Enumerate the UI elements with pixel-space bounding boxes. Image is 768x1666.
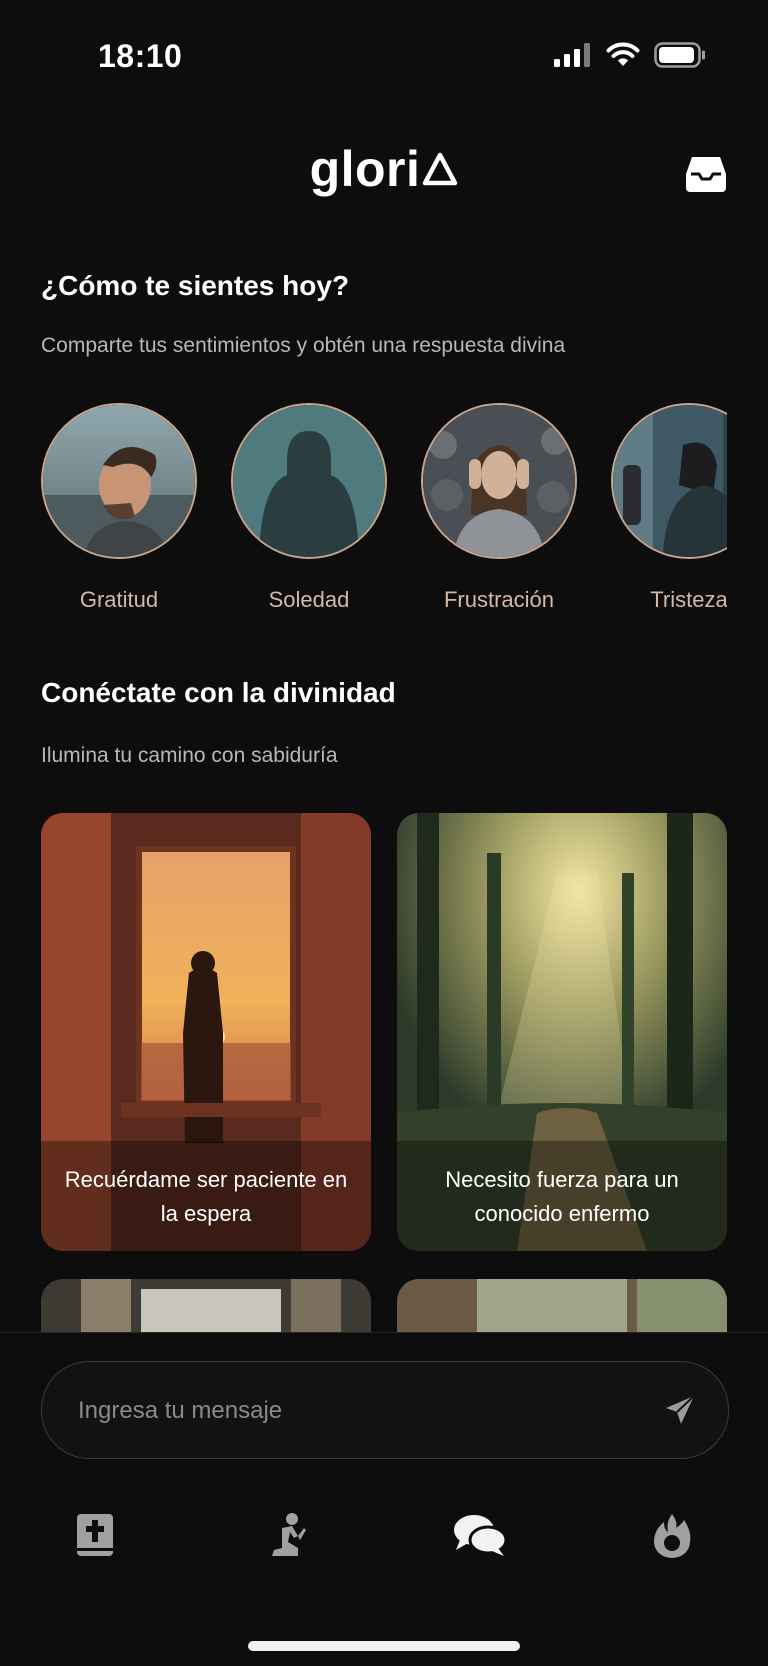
mood-item-tristeza[interactable]: Tristeza: [611, 403, 727, 613]
nav-item-bible[interactable]: [65, 1508, 125, 1562]
mood-item-soledad[interactable]: Soledad: [231, 403, 387, 613]
mood-image-tristeza: [611, 403, 727, 559]
status-icons: [554, 42, 706, 68]
bible-icon: [77, 1514, 113, 1556]
app-logo: glori: [0, 140, 768, 198]
send-icon[interactable]: [662, 1392, 698, 1428]
battery-icon: [654, 42, 705, 68]
mood-label: Tristeza: [650, 587, 727, 612]
connect-title: Conéctate con la divinidad: [41, 677, 396, 708]
praying-icon: [272, 1513, 306, 1556]
bottom-nav: [0, 1508, 768, 1568]
chat-icon: [454, 1515, 508, 1556]
app-header: glori: [0, 140, 768, 210]
message-composer: [41, 1361, 729, 1460]
logo-triangle-icon: [423, 152, 458, 186]
bottom-panel: [0, 1332, 768, 1666]
flame-icon: [654, 1514, 691, 1558]
mood-item-gratitud[interactable]: Gratitud: [41, 403, 197, 613]
nav-item-pray[interactable]: [258, 1508, 318, 1562]
prayer-card-partial[interactable]: [397, 1279, 727, 1333]
mood-image-frustracion: [421, 403, 577, 559]
prayer-card-grid: Recuérdame ser paciente en la espera Nec…: [41, 813, 727, 1333]
nav-item-streak[interactable]: [642, 1508, 702, 1562]
message-input[interactable]: [76, 1362, 640, 1460]
home-indicator: [248, 1641, 520, 1651]
wifi-icon: [606, 42, 640, 66]
logo-text: glori: [309, 141, 421, 197]
mood-label: Frustración: [443, 587, 555, 612]
mood-label: Soledad: [268, 587, 350, 612]
inbox-icon[interactable]: [684, 154, 728, 194]
mood-image-soledad: [231, 403, 387, 559]
prayer-card[interactable]: Recuérdame ser paciente en la espera: [41, 813, 371, 1251]
feelings-title: ¿Cómo te sientes hoy?: [41, 270, 350, 301]
prayer-card[interactable]: Necesito fuerza para un conocido enfermo: [397, 813, 727, 1251]
status-bar: 18:10: [0, 0, 768, 110]
nav-item-chat[interactable]: [450, 1508, 510, 1562]
prayer-card-partial[interactable]: [41, 1279, 371, 1333]
prayer-card-text: Necesito fuerza para un conocido enfermo: [445, 1167, 679, 1226]
mood-item-frustracion[interactable]: Frustración: [421, 403, 577, 613]
mood-carousel[interactable]: Gratitud Soledad Frustración Tristeza: [41, 403, 727, 623]
prayer-card-text: Recuérdame ser paciente en la espera: [64, 1167, 348, 1226]
status-time: 18:10: [98, 38, 183, 74]
feelings-subtitle: Comparte tus sentimientos y obtén una re…: [41, 334, 566, 357]
signal-icon: [554, 43, 590, 67]
mood-image-gratitud: [41, 403, 197, 559]
connect-subtitle: Ilumina tu camino con sabiduría: [41, 744, 338, 767]
mood-label: Gratitud: [79, 587, 159, 612]
